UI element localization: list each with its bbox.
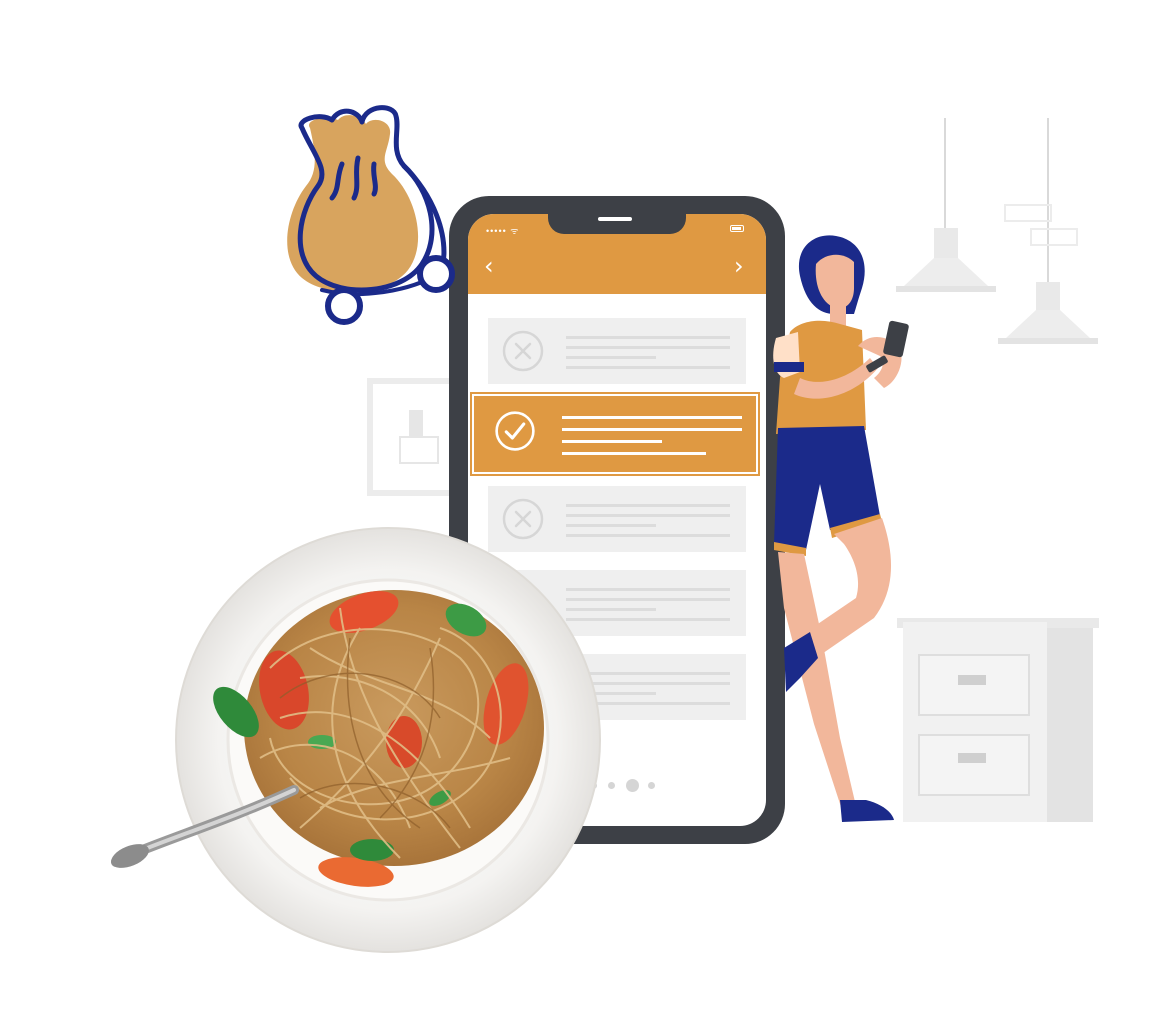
wall-shelf <box>1004 204 1052 222</box>
page-dot-active[interactable] <box>626 779 639 792</box>
chevron-left-icon[interactable]: ‹ <box>484 254 494 278</box>
spaghetti-plate-image <box>111 527 601 953</box>
phone-speaker <box>598 217 632 221</box>
text-line <box>562 428 742 431</box>
drawer-handle <box>958 753 986 763</box>
placeholder-line <box>566 336 730 339</box>
illustration-canvas: ••••• ᯤ ‹ › <box>0 0 1174 1016</box>
placeholder-line <box>566 524 656 527</box>
signal-indicator: ••••• ᯤ <box>486 226 520 236</box>
pendant-lamp-icon <box>998 282 1098 344</box>
battery-icon <box>730 225 744 232</box>
wall-shelf <box>1030 228 1078 246</box>
lamp-cord <box>944 118 946 230</box>
cabinet-side <box>1045 628 1093 822</box>
x-circle-icon <box>502 330 544 372</box>
placeholder-line <box>566 356 656 359</box>
cabinet-drawer <box>918 734 1030 796</box>
chevron-right-icon[interactable]: › <box>734 254 744 278</box>
cabinet-drawer <box>918 654 1030 716</box>
text-line <box>562 452 706 455</box>
text-line <box>562 440 662 443</box>
woman-with-phone-figure <box>773 235 909 822</box>
dumpling-cart-icon <box>287 105 455 325</box>
lamp-cord <box>1047 118 1049 284</box>
list-item-selected[interactable] <box>470 392 760 476</box>
text-line <box>562 416 742 419</box>
placeholder-line <box>566 346 730 349</box>
check-circle-icon <box>495 411 535 451</box>
page-dot[interactable] <box>608 782 615 789</box>
placeholder-line <box>566 366 730 369</box>
placeholder-line <box>566 504 730 507</box>
list-item[interactable] <box>488 318 746 384</box>
drawer-handle <box>958 675 986 685</box>
page-dot[interactable] <box>648 782 655 789</box>
placeholder-line <box>566 514 730 517</box>
